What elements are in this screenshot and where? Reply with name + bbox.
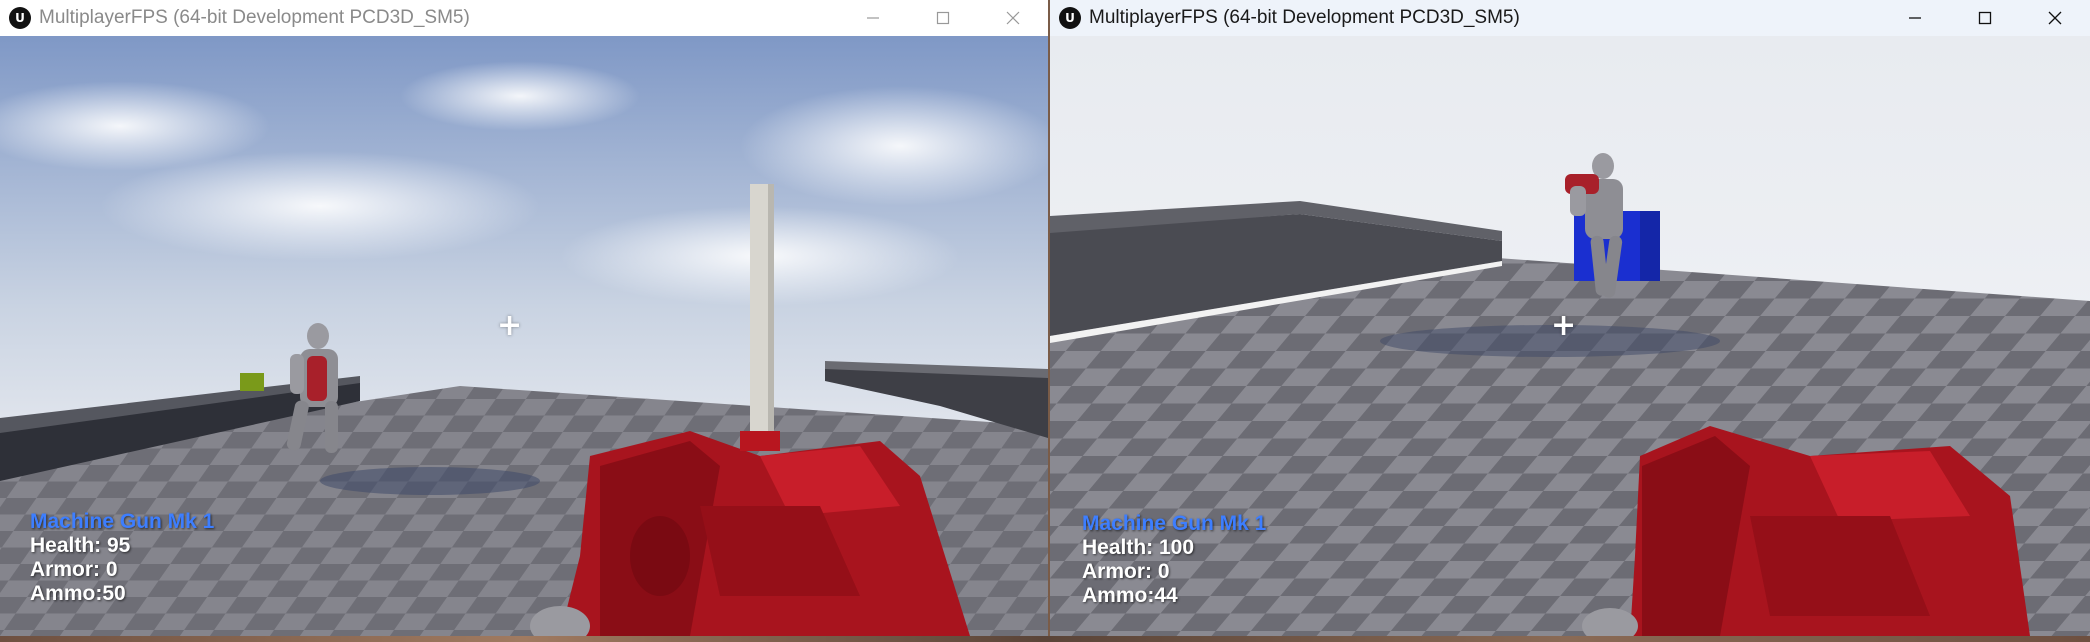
game-window-left[interactable]: U MultiplayerFPS (64-bit Development PCD… bbox=[0, 0, 1048, 636]
window-title: MultiplayerFPS (64-bit Development PCD3D… bbox=[39, 7, 470, 28]
game-viewport[interactable]: + Machine Gun Mk 1 Health: 100 Armor: 0 … bbox=[1050, 36, 2090, 636]
game-window-right[interactable]: U MultiplayerFPS (64-bit Development PCD… bbox=[1050, 0, 2090, 636]
hud-weapon-name: Machine Gun Mk 1 bbox=[30, 510, 215, 533]
minimize-button[interactable] bbox=[838, 0, 908, 36]
player-hud: Machine Gun Mk 1 Health: 95 Armor: 0 Amm… bbox=[30, 510, 214, 606]
game-viewport[interactable]: + Machine Gun Mk 1 Health: 95 Armor: 0 A… bbox=[0, 36, 1048, 636]
window-controls bbox=[1880, 0, 2090, 36]
minimize-icon bbox=[1909, 17, 1921, 19]
crosshair-icon: + bbox=[1551, 308, 1577, 343]
unreal-engine-logo-icon: U bbox=[1059, 7, 1081, 29]
window-controls bbox=[838, 0, 1048, 36]
minimize-icon bbox=[867, 17, 879, 19]
hud-weapon-name: Machine Gun Mk 1 bbox=[1082, 512, 1267, 535]
maximize-icon bbox=[1978, 11, 1992, 25]
close-button[interactable] bbox=[2020, 0, 2090, 36]
title-bar[interactable]: U MultiplayerFPS (64-bit Development PCD… bbox=[0, 0, 1048, 36]
hud-armor: Armor: 0 bbox=[1082, 560, 1170, 583]
crosshair-icon: + bbox=[497, 308, 523, 343]
maximize-button[interactable] bbox=[908, 0, 978, 36]
window-title: MultiplayerFPS (64-bit Development PCD3D… bbox=[1089, 7, 1520, 28]
title-bar[interactable]: U MultiplayerFPS (64-bit Development PCD… bbox=[1050, 0, 2090, 36]
hud-ammo: Ammo:44 bbox=[1082, 584, 1178, 607]
player-hud: Machine Gun Mk 1 Health: 100 Armor: 0 Am… bbox=[1082, 512, 1266, 608]
hud-ammo: Ammo:50 bbox=[30, 582, 126, 605]
hud-health: Health: 95 bbox=[30, 534, 131, 557]
maximize-icon bbox=[936, 11, 950, 25]
close-icon bbox=[2048, 11, 2062, 25]
desktop-background bbox=[0, 636, 2090, 642]
hud-armor: Armor: 0 bbox=[30, 558, 118, 581]
maximize-button[interactable] bbox=[1950, 0, 2020, 36]
close-button[interactable] bbox=[978, 0, 1048, 36]
hud-health: Health: 100 bbox=[1082, 536, 1195, 559]
unreal-engine-logo-icon: U bbox=[9, 7, 31, 29]
first-person-weapon bbox=[1582, 426, 2030, 636]
minimize-button[interactable] bbox=[1880, 0, 1950, 36]
close-icon bbox=[1006, 11, 1020, 25]
